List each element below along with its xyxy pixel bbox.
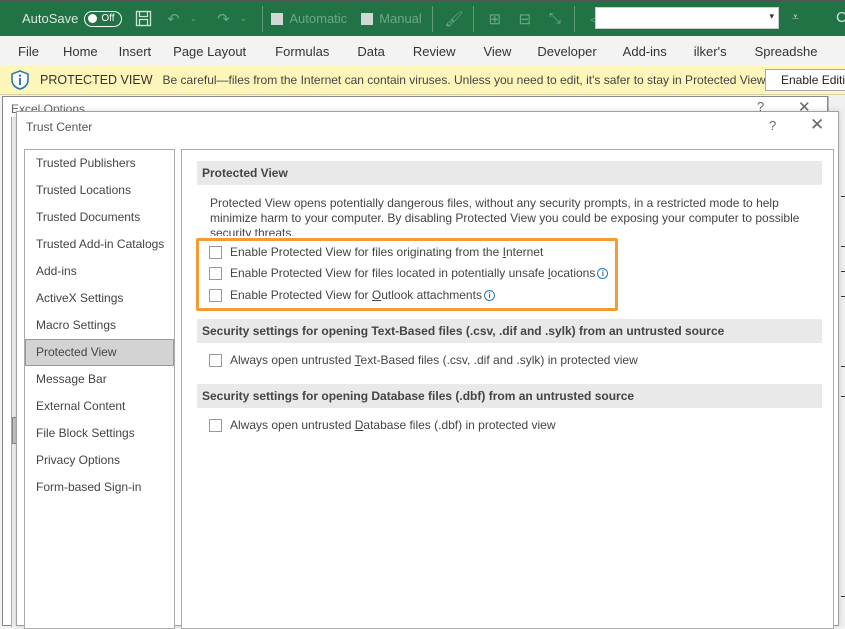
- nav-protected-view[interactable]: Protected View: [25, 339, 174, 366]
- title-fragment: C: [836, 9, 845, 26]
- nav-form-based-sign-in[interactable]: Form-based Sign-in: [25, 474, 174, 501]
- separator: [262, 5, 264, 32]
- section-heading-text-based: Security settings for opening Text-Based…: [197, 319, 822, 343]
- option-label: Always open untrusted Text-Based files (…: [230, 353, 638, 367]
- separator: [431, 5, 433, 32]
- trust-center-dialog: Trust Center ? ✕ Trusted Publishers Trus…: [16, 111, 839, 629]
- nav-add-ins[interactable]: Add-ins: [25, 258, 174, 285]
- option-label: Enable Protected View for files located …: [230, 266, 596, 280]
- trust-center-nav: Trusted Publishers Trusted Locations Tru…: [24, 149, 175, 629]
- tab-ilkers[interactable]: ilker's: [694, 44, 727, 59]
- chevron-down-icon[interactable]: ▾: [769, 11, 774, 22]
- nav-file-block-settings[interactable]: File Block Settings: [25, 420, 174, 447]
- nav-activex-settings[interactable]: ActiveX Settings: [25, 285, 174, 312]
- close-icon[interactable]: ✕: [810, 115, 824, 135]
- quick-access-toolbar: AutoSave Off ↶ ⌄ ↷ ⌄ Automatic Manual 🖌 …: [0, 0, 845, 36]
- grid-line: [841, 246, 845, 247]
- tab-file[interactable]: File: [18, 44, 39, 59]
- help-icon[interactable]: ?: [769, 118, 776, 133]
- protected-view-title: PROTECTED VIEW: [40, 73, 153, 87]
- autosave-label: AutoSave: [22, 11, 79, 26]
- option-label: Enable Protected View for files originat…: [230, 245, 544, 259]
- trace-precedents-icon[interactable]: ⊞: [486, 10, 504, 28]
- tab-formulas[interactable]: Formulas: [275, 44, 329, 59]
- grid-line: [841, 296, 845, 297]
- ribbon-tabs: File Home Insert Page Layout Formulas Da…: [0, 36, 845, 66]
- calc-automatic-checkbox[interactable]: Automatic: [271, 11, 347, 26]
- grid-line: [841, 366, 845, 367]
- undo-dropdown-icon[interactable]: ⌄: [184, 10, 202, 28]
- checkbox[interactable]: [209, 266, 222, 280]
- calc-automatic-label: Automatic: [289, 11, 348, 26]
- redo-dropdown-icon[interactable]: ⌄: [234, 10, 252, 28]
- separator: [573, 5, 575, 32]
- protected-view-description: Protected View opens potentially dangero…: [210, 196, 800, 236]
- save-icon[interactable]: [134, 10, 152, 28]
- grid-line: [841, 596, 845, 597]
- option-outlook-attachments[interactable]: Enable Protected View for Outlook attach…: [209, 288, 495, 302]
- checkbox[interactable]: [209, 245, 222, 259]
- calc-manual-label: Manual: [379, 11, 422, 26]
- option-unsafe-locations[interactable]: Enable Protected View for files located …: [209, 266, 609, 280]
- info-icon[interactable]: i: [597, 267, 609, 279]
- option-database-files[interactable]: Always open untrusted Database files (.d…: [209, 418, 556, 432]
- tab-home[interactable]: Home: [63, 44, 98, 59]
- tab-spreadsheet[interactable]: Spreadshe: [755, 44, 818, 59]
- checkbox-box: [271, 12, 284, 25]
- checkbox[interactable]: [209, 418, 222, 432]
- format-painter-icon[interactable]: 🖌: [444, 10, 463, 28]
- autosave-state: Off: [101, 13, 115, 24]
- customize-qat-icon[interactable]: ⩡: [792, 10, 799, 25]
- checkbox-box: [361, 12, 374, 25]
- nav-trusted-add-in-catalogs[interactable]: Trusted Add-in Catalogs: [25, 231, 174, 258]
- grid-line: [841, 396, 845, 397]
- autosave-toggle[interactable]: Off: [84, 10, 123, 27]
- qat-combo-box[interactable]: ▾: [595, 7, 779, 29]
- redo-icon[interactable]: ↷: [214, 10, 232, 28]
- tab-developer[interactable]: Developer: [537, 44, 596, 59]
- separator: [472, 5, 474, 32]
- calc-manual-checkbox[interactable]: Manual: [361, 11, 422, 26]
- tab-data[interactable]: Data: [357, 44, 384, 59]
- section-heading-database: Security settings for opening Database f…: [197, 384, 822, 408]
- tab-view[interactable]: View: [483, 44, 511, 59]
- option-label: Always open untrusted Database files (.d…: [230, 418, 556, 432]
- nav-external-content[interactable]: External Content: [25, 393, 174, 420]
- nav-message-bar[interactable]: Message Bar: [25, 366, 174, 393]
- nav-macro-settings[interactable]: Macro Settings: [25, 312, 174, 339]
- protected-view-bar: PROTECTED VIEW Be careful—files from the…: [0, 66, 845, 95]
- toggle-knob: [88, 14, 98, 23]
- grid-line: [841, 196, 845, 197]
- checkbox[interactable]: [209, 288, 222, 302]
- remove-arrows-icon[interactable]: ⤡: [546, 10, 564, 28]
- option-text-based-files[interactable]: Always open untrusted Text-Based files (…: [209, 353, 638, 367]
- protected-view-message: Be careful—files from the Internet can c…: [162, 73, 769, 87]
- tab-review[interactable]: Review: [413, 44, 456, 59]
- protected-view-panel: Protected View Protected View opens pote…: [181, 149, 834, 629]
- shield-info-icon: [10, 70, 30, 90]
- nav-trusted-publishers[interactable]: Trusted Publishers: [25, 150, 174, 177]
- tab-add-ins[interactable]: Add-ins: [623, 44, 667, 59]
- nav-privacy-options[interactable]: Privacy Options: [25, 447, 174, 474]
- nav-trusted-locations[interactable]: Trusted Locations: [25, 177, 174, 204]
- enable-editing-button[interactable]: Enable Editing: [765, 69, 845, 91]
- nav-trusted-documents[interactable]: Trusted Documents: [25, 204, 174, 231]
- section-heading-protected-view: Protected View: [197, 161, 822, 185]
- trace-dependents-icon[interactable]: ⊟: [516, 10, 534, 28]
- tab-page-layout[interactable]: Page Layout: [173, 44, 246, 59]
- checkbox[interactable]: [209, 353, 222, 367]
- tab-insert[interactable]: Insert: [119, 44, 152, 59]
- undo-icon[interactable]: ↶: [164, 10, 182, 28]
- grid-line: [841, 271, 845, 272]
- info-icon[interactable]: i: [483, 289, 495, 301]
- option-internet-files[interactable]: Enable Protected View for files originat…: [209, 245, 543, 259]
- dialog-title: Trust Center: [26, 120, 93, 134]
- option-label: Enable Protected View for Outlook attach…: [230, 288, 482, 302]
